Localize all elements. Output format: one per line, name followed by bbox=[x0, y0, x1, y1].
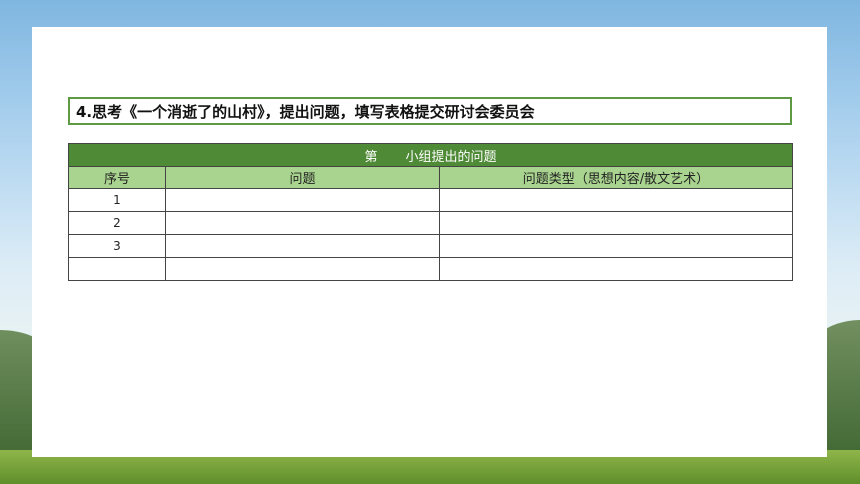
column-header-type: 问题类型（思想内容/散文艺术） bbox=[439, 166, 793, 189]
slide-card: 4.思考《一个消逝了的山村》，提出问题，填写表格提交研讨会委员会 第 小组提出的问… bbox=[32, 27, 827, 457]
table-title-row: 第 小组提出的问题 bbox=[68, 143, 793, 167]
question-cell[interactable] bbox=[165, 188, 440, 212]
row-index-cell: 2 bbox=[68, 211, 166, 235]
row-index-cell: 1 bbox=[68, 188, 166, 212]
question-cell[interactable] bbox=[165, 211, 440, 235]
table-row bbox=[68, 257, 793, 281]
type-cell[interactable] bbox=[439, 211, 793, 235]
question-cell[interactable] bbox=[165, 234, 440, 258]
column-header-index: 序号 bbox=[68, 166, 166, 189]
row-index-cell: 3 bbox=[68, 234, 166, 258]
table-title: 第 小组提出的问题 bbox=[68, 143, 793, 167]
type-cell[interactable] bbox=[439, 234, 793, 258]
table-row: 3 bbox=[68, 234, 793, 258]
type-cell[interactable] bbox=[439, 188, 793, 212]
slide-heading: 4.思考《一个消逝了的山村》，提出问题，填写表格提交研讨会委员会 bbox=[68, 97, 792, 125]
table-title-suffix: 小组提出的问题 bbox=[405, 149, 497, 165]
type-cell[interactable] bbox=[439, 257, 793, 281]
question-cell[interactable] bbox=[165, 257, 440, 281]
questions-table: 第 小组提出的问题 序号 问题 问题类型（思想内容/散文艺术） 1 2 3 bbox=[68, 143, 793, 281]
column-header-question: 问题 bbox=[165, 166, 440, 189]
table-header-row: 序号 问题 问题类型（思想内容/散文艺术） bbox=[68, 166, 793, 189]
table-title-prefix: 第 bbox=[364, 149, 378, 165]
row-index-cell bbox=[68, 257, 166, 281]
table-row: 2 bbox=[68, 211, 793, 235]
table-row: 1 bbox=[68, 188, 793, 212]
